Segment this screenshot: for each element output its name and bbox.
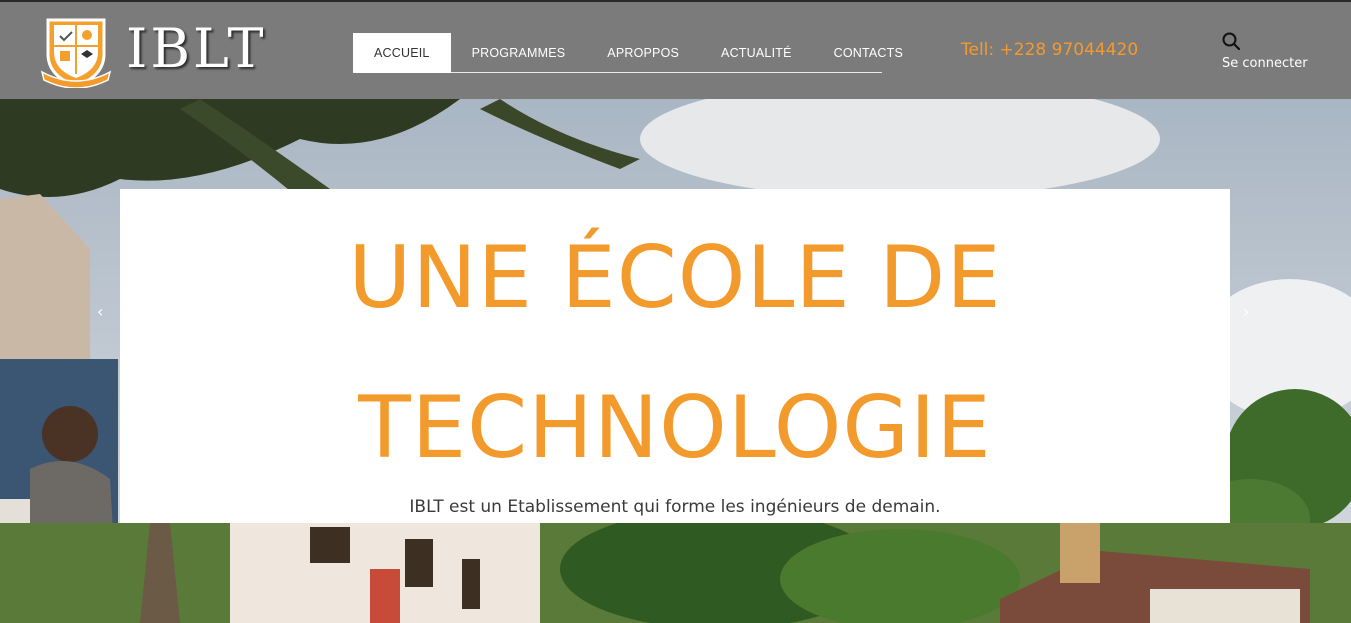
- nav-item-actualite[interactable]: ACTUALITÉ: [700, 33, 813, 72]
- hero-subtitle: IBLT est un Etablissement qui forme les …: [409, 497, 941, 517]
- brand-name[interactable]: IBLT: [126, 16, 267, 82]
- hero-slider: ‹ › UNE ÉCOLE DE TECHNOLOGIE IBLT est un…: [0, 99, 1351, 623]
- nav-item-contacts[interactable]: CONTACTS: [813, 33, 924, 72]
- iblt-logo[interactable]: [40, 14, 112, 88]
- site-header: IBLT ACCUEIL PROGRAMMES APROPPOS ACTUALI…: [0, 0, 1351, 99]
- nav-item-apropos[interactable]: APROPPOS: [586, 33, 700, 72]
- main-nav: ACCUEIL PROGRAMMES APROPPOS ACTUALITÉ CO…: [353, 33, 903, 73]
- nav-item-accueil[interactable]: ACCUEIL: [353, 33, 451, 73]
- hero-card: UNE ÉCOLE DE TECHNOLOGIE IBLT est un Eta…: [120, 189, 1230, 523]
- hero-headline: UNE ÉCOLE DE TECHNOLOGIE: [348, 228, 1002, 478]
- login-link[interactable]: Se connecter: [1222, 56, 1308, 71]
- nav-item-programmes[interactable]: PROGRAMMES: [451, 33, 587, 72]
- phone-number[interactable]: Tell: +228 97044420: [961, 40, 1138, 60]
- prev-slide-arrow[interactable]: ‹: [97, 302, 103, 321]
- search-icon[interactable]: [1221, 31, 1241, 51]
- next-slide-arrow[interactable]: ›: [1243, 302, 1249, 321]
